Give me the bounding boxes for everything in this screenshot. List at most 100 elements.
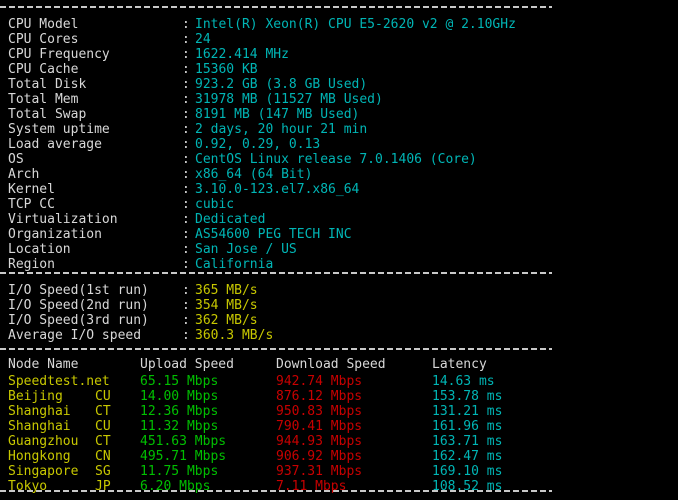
speedtest-upload-speed: 65.15 Mbps [140,374,219,389]
io-speed-label: Average I/O speed [8,328,142,343]
speedtest-isp-code: CU [95,419,111,434]
io-speed-colon: : [182,283,190,298]
speedtest-latency: 169.10 ms [432,464,503,479]
speedtest-download-speed: 937.31 Mbps [276,464,363,479]
system-info-colon: : [182,122,190,137]
speedtest-header-download: Download Speed [276,357,386,372]
speedtest-header-upload: Upload Speed [140,357,234,372]
speedtest-header-row: Node Name Upload Speed Download Speed Laten… [0,357,678,372]
system-info-label: Region [8,257,55,272]
speedtest-upload-speed: 14.00 Mbps [140,389,219,404]
separator-speedtest [0,348,552,350]
io-speed-colon: : [182,298,190,313]
system-info-label: TCP CC [8,197,55,212]
system-info-colon: : [182,152,190,167]
speedtest-download-speed: 7.11 Mbps [276,479,347,494]
system-info-label: CPU Cores [8,32,79,47]
io-speed-value: 360.3 MB/s [195,328,274,343]
speedtest-isp-code: JP [95,479,111,494]
speedtest-download-speed: 876.12 Mbps [276,389,363,404]
system-info-value: 3.10.0-123.el7.x86_64 [195,182,360,197]
system-info-label: CPU Frequency [8,47,110,62]
system-info-value: 31978 MB (11527 MB Used) [195,92,383,107]
speedtest-upload-speed: 12.36 Mbps [140,404,219,419]
speedtest-node-name: Tokyo [8,479,48,494]
separator-top [0,6,552,8]
speedtest-latency: 163.71 ms [432,434,503,449]
io-speed-label: I/O Speed(2nd run) [8,298,149,313]
speedtest-node-name: Singapore [8,464,79,479]
speedtest-upload-speed: 6.20 Mbps [140,479,211,494]
system-info-colon: : [182,137,190,152]
system-info-value: Intel(R) Xeon(R) CPU E5-2620 v2 @ 2.10GH… [195,17,516,32]
system-info-colon: : [182,32,190,47]
system-info-label: Organization [8,227,102,242]
speedtest-row: Tokyo JP 6.20 Mbps 7.11 Mbps 108.52 ms [0,479,678,494]
system-info-value: 1622.414 MHz [195,47,289,62]
system-info-colon: : [182,197,190,212]
system-info-label: System uptime [8,122,110,137]
system-info-value: 24 [195,32,211,47]
system-info-value: San Jose / US [195,242,297,257]
system-info-label: Kernel [8,182,55,197]
speedtest-latency: 108.52 ms [432,479,503,494]
speedtest-isp-code: CT [95,434,111,449]
speedtest-header-node: Node Name [8,357,79,372]
system-info-colon: : [182,107,190,122]
speedtest-isp-code: CU [95,389,111,404]
system-info-label: Total Mem [8,92,79,107]
system-info-value: CentOS Linux release 7.0.1406 (Core) [195,152,477,167]
system-info-colon: : [182,17,190,32]
io-speed-value: 365 MB/s [195,283,258,298]
system-info-colon: : [182,212,190,227]
system-info-label: Virtualization [8,212,118,227]
speedtest-node-name: Shanghai [8,404,71,419]
system-info-value: California [195,257,274,272]
system-info-label: Total Swap [8,107,87,122]
speedtest-download-speed: 906.92 Mbps [276,449,363,464]
system-info-colon: : [182,77,190,92]
speedtest-row: Shanghai CT 12.36 Mbps 950.83 Mbps 131.21 ms [0,404,678,419]
io-speed-colon: : [182,313,190,328]
speedtest-latency: 153.78 ms [432,389,503,404]
speedtest-download-speed: 790.41 Mbps [276,419,363,434]
speedtest-node-name: Hongkong [8,449,71,464]
system-info-value: 15360 KB [195,62,258,77]
speedtest-download-speed: 950.83 Mbps [276,404,363,419]
speedtest-node-name: Shanghai [8,419,71,434]
speedtest-isp-code: CN [95,449,111,464]
system-info-label: CPU Model [8,17,79,32]
io-speed-label: I/O Speed(1st run) [8,283,149,298]
io-speed-value: 354 MB/s [195,298,258,313]
system-info-colon: : [182,242,190,257]
speedtest-upload-speed: 451.63 Mbps [140,434,227,449]
speedtest-node-name: Beijing [8,389,63,404]
system-info-colon: : [182,92,190,107]
system-info-value: 923.2 GB (3.8 GB Used) [195,77,368,92]
system-info-value: AS54600 PEG TECH INC [195,227,352,242]
speedtest-isp-code: CT [95,404,111,419]
terminal-output: CPU Model: Intel(R) Xeon(R) CPU E5-2620 v… [0,0,678,500]
speedtest-header-latency: Latency [432,357,487,372]
speedtest-row: Beijing CU 14.00 Mbps 876.12 Mbps 153.78 ms [0,389,678,404]
speedtest-download-speed: 944.93 Mbps [276,434,363,449]
speedtest-upload-speed: 11.75 Mbps [140,464,219,479]
io-speed-colon: : [182,328,190,343]
system-info-label: Location [8,242,71,257]
system-info-colon: : [182,47,190,62]
system-info-label: CPU Cache [8,62,79,77]
speedtest-row: Shanghai CU 11.32 Mbps 790.41 Mbps 161.96 ms [0,419,678,434]
speedtest-isp-code: SG [95,464,111,479]
system-info-label: Load average [8,137,102,152]
system-info-value: cubic [195,197,235,212]
speedtest-row: Hongkong CN 495.71 Mbps 906.92 Mbps 162.47 m… [0,449,678,464]
io-speed-value: 362 MB/s [195,313,258,328]
system-info-value: 2 days, 20 hour 21 min [195,122,368,137]
system-info-value: 8191 MB (147 MB Used) [195,107,360,122]
speedtest-row: Speedtest.net 65.15 Mbps 942.74 Mbps 14.63 … [0,374,678,389]
system-info-value: x86_64 (64 Bit) [195,167,313,182]
speedtest-node-name: Speedtest.net [8,374,110,389]
system-info-colon: : [182,227,190,242]
speedtest-latency: 131.21 ms [432,404,503,419]
system-info-colon: : [182,182,190,197]
